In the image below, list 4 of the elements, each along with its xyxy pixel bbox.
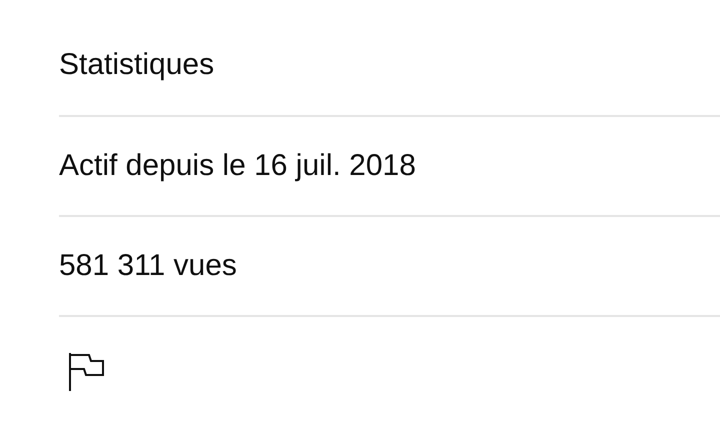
flag-icon[interactable] <box>69 353 105 391</box>
stat-text: 581 311 vues <box>59 248 237 284</box>
stat-text: Actif depuis le 16 juil. 2018 <box>59 148 416 184</box>
section-title: Statistiques <box>59 46 214 82</box>
